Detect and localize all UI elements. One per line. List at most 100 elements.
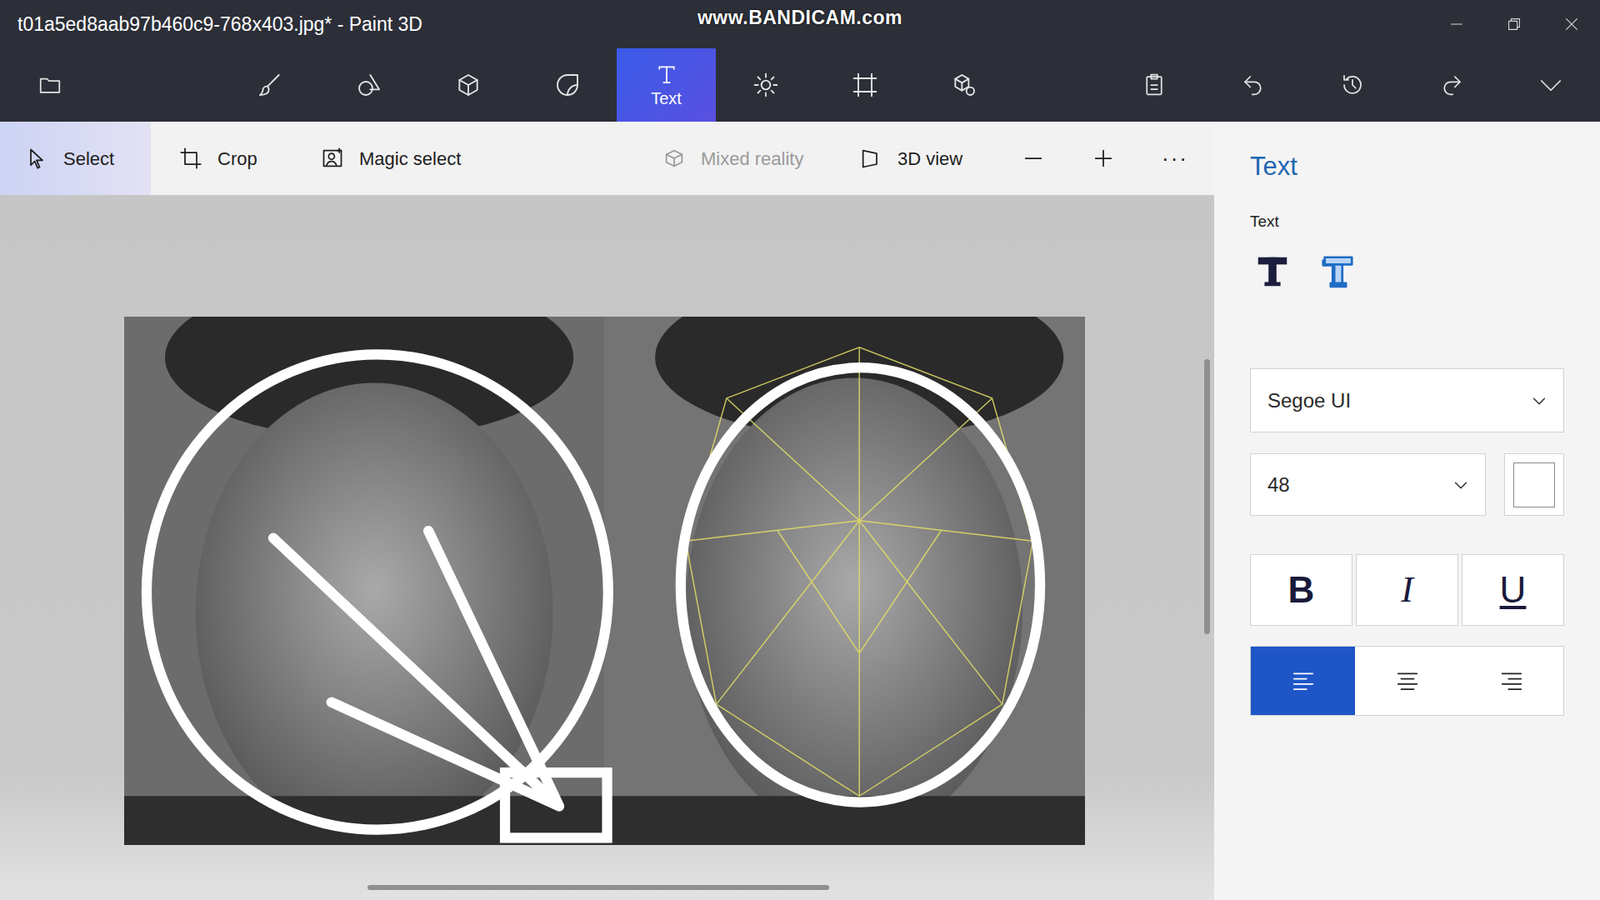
bold-button[interactable]: B (1250, 554, 1353, 626)
minimize-button[interactable] (1427, 0, 1485, 49)
align-center-button[interactable] (1355, 646, 1460, 715)
canvas-tool-label: Magic select (359, 145, 461, 173)
tool-tab[interactable] (319, 48, 419, 122)
crop-button[interactable]: Crop (170, 121, 313, 195)
magic-button[interactable]: Magic select (312, 121, 655, 195)
vertical-scrollbar[interactable] (1204, 195, 1210, 900)
canvas-tool-label: Mixed reality (700, 145, 804, 173)
size-dropdown[interactable]: 48 (1250, 453, 1486, 516)
window-controls (1427, 0, 1600, 49)
paint3d-window: t01a5ed8aab97b460c9-768x403.jpg* - Paint… (0, 0, 1600, 900)
alignment-buttons (1250, 645, 1565, 716)
text3d-button[interactable] (1315, 250, 1360, 294)
style-letter: I (1400, 571, 1414, 609)
canvas-frame-icon (851, 71, 879, 99)
view3d-button[interactable]: 3D view (850, 121, 1014, 195)
font-dropdown[interactable]: Segoe UI (1250, 368, 1565, 433)
color-swatch[interactable] (1513, 462, 1555, 508)
zoom-out-icon (1021, 146, 1045, 170)
tool-tab[interactable] (517, 48, 617, 122)
underline-button[interactable]: U (1461, 554, 1565, 626)
history-button[interactable] (1302, 48, 1402, 122)
align-right-icon (1499, 668, 1525, 694)
toolbar-spacer (99, 48, 220, 122)
close-button[interactable] (1542, 0, 1600, 49)
tool-tab-label: Text (650, 88, 682, 109)
restore-icon (1505, 15, 1524, 34)
align-left-button[interactable] (1250, 646, 1355, 715)
undo-button[interactable] (1203, 48, 1303, 122)
text-2d-icon (1253, 252, 1292, 291)
brush-icon (256, 71, 284, 99)
canvas-area (0, 195, 1215, 900)
paste-button[interactable] (1104, 48, 1204, 122)
dropdown-chevron-icon (1530, 391, 1549, 410)
sun-icon (752, 71, 780, 99)
tool-tab[interactable] (220, 48, 320, 122)
undo-icon (1240, 72, 1266, 98)
text-panel: Text Text Segoe UI 48 B I U (1214, 121, 1600, 900)
tool-tab[interactable] (418, 48, 518, 122)
window-title: t01a5ed8aab97b460c9-768x403.jpg* - Paint… (0, 10, 423, 40)
minimize-icon (1447, 15, 1466, 34)
tool-tab[interactable] (715, 48, 815, 122)
text-3d-icon (1318, 252, 1357, 291)
mixed-button: Mixed reality (654, 121, 851, 195)
main-toolbar: Text (0, 48, 1600, 122)
clipboard-icon (1141, 72, 1167, 98)
crop-icon (179, 146, 203, 170)
expand-button[interactable] (1500, 48, 1600, 122)
style-letter: B (1288, 571, 1315, 609)
redo-button[interactable] (1401, 48, 1501, 122)
photo (124, 316, 1085, 845)
recorder-watermark: www.BANDICAM.com (697, 3, 903, 33)
scrollbar-thumb[interactable] (367, 885, 830, 890)
scrollbar-thumb[interactable] (1204, 359, 1210, 635)
canvas-toolbar: Select Crop Magic select Mixed reality 3D vi… (0, 121, 1215, 195)
folder-icon (37, 72, 63, 98)
plus-button[interactable] (1083, 121, 1154, 195)
toolbar-spacer (1013, 48, 1105, 122)
canvas-tool-label: Crop (217, 145, 258, 173)
restore-button[interactable] (1485, 0, 1543, 49)
canvas-tool-label: Select (63, 145, 115, 173)
align-left-icon (1290, 668, 1316, 694)
redo-icon (1439, 72, 1465, 98)
sticker-icon (554, 71, 581, 99)
view-3d-icon (859, 146, 883, 170)
tool-tab[interactable]: Text (616, 48, 716, 122)
canvas-tool-label: ··· (1161, 142, 1189, 175)
more-button[interactable]: ··· (1153, 121, 1212, 195)
mixed-reality-icon (662, 146, 686, 170)
select-button[interactable]: Select (0, 121, 151, 195)
size-color-row: 48 (1250, 453, 1565, 516)
history-icon (1340, 72, 1365, 98)
canvas-column: Select Crop Magic select Mixed reality 3D vi… (0, 121, 1215, 900)
dropdown-chevron-icon (1451, 475, 1470, 495)
tool-tab[interactable] (815, 48, 915, 122)
align-center-icon (1395, 668, 1420, 694)
font-name: Segoe UI (1267, 385, 1351, 416)
pointer-icon (25, 146, 49, 170)
horizontal-scrollbar[interactable] (0, 885, 1215, 890)
title-bar: t01a5ed8aab97b460c9-768x403.jpg* - Paint… (0, 0, 1600, 49)
text-tool-icon (654, 61, 680, 87)
style-buttons: BIU (1250, 554, 1565, 626)
minus-button[interactable] (1013, 121, 1084, 195)
close-icon (1562, 15, 1581, 34)
align-right-button[interactable] (1459, 646, 1564, 715)
panel-title: Text (1250, 150, 1565, 184)
workspace: Select Crop Magic select Mixed reality 3D vi… (0, 121, 1600, 900)
style-letter: U (1500, 571, 1527, 609)
cube-icon (455, 71, 482, 99)
text2d-button[interactable] (1250, 250, 1295, 294)
font-size: 48 (1267, 470, 1290, 500)
tool-tab[interactable] (914, 48, 1014, 122)
section-label: Text (1250, 211, 1565, 233)
text-type-group (1250, 250, 1565, 294)
color-picker[interactable] (1504, 453, 1565, 516)
magic-select-icon (320, 146, 345, 170)
menu-button[interactable] (0, 48, 100, 122)
italic-button[interactable]: I (1355, 554, 1459, 626)
shapes-2d-icon (355, 71, 383, 99)
